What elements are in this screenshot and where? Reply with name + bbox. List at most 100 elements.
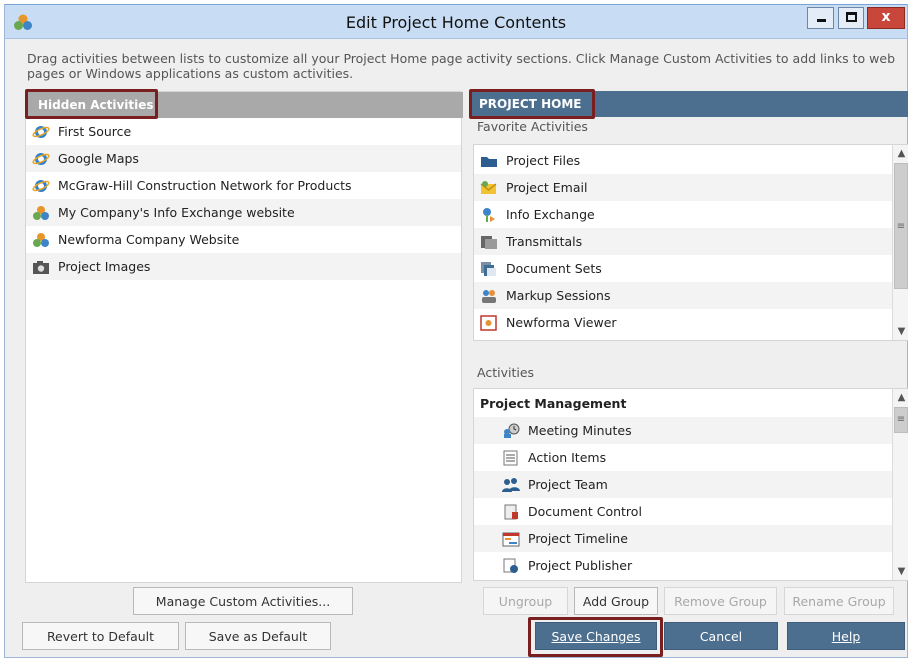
manage-custom-activities-button[interactable]: Manage Custom Activities... [133,587,353,615]
scroll-down-icon[interactable]: ▼ [893,323,908,340]
list-item-label: Newforma Viewer [506,315,617,330]
list-item[interactable]: Info Exchange [474,201,893,228]
list-item[interactable]: Project Team [474,471,893,498]
hidden-activities-callout [25,89,158,119]
remove-group-button[interactable]: Remove Group [664,587,777,615]
manage-custom-activities-label: Manage Custom Activities... [155,593,331,609]
add-group-label: Add Group [582,593,650,609]
list-item[interactable]: Meeting Minutes [474,417,893,444]
list-item-label: Newforma Company Website [58,232,240,247]
action-items-icon [502,450,520,466]
save-changes-callout [528,617,663,657]
save-as-default-button[interactable]: Save as Default [185,622,331,650]
info-exchange-icon [480,207,498,223]
activities-list[interactable]: Project Management Meeting Minutes Actio… [473,388,908,581]
project-home-panel: PROJECT HOME Favorite Activities Project… [469,91,908,583]
favorites-scrollbar[interactable]: ▲ ≡ ▼ [892,145,908,340]
remove-group-label: Remove Group [674,593,767,609]
group-header-label: Project Management [480,396,627,411]
list-item-label: Document Control [528,504,642,519]
list-item-label: Project Timeline [528,531,628,546]
favorite-activities-list[interactable]: Project Files Project Email Info Exchang… [473,144,908,341]
list-item-label: Project Email [506,180,588,195]
list-item[interactable]: Project Publisher [474,552,893,579]
list-item[interactable]: Newforma Company Website [26,226,461,253]
list-item-label: My Company's Info Exchange website [58,205,295,220]
scroll-up-icon[interactable]: ▲ [893,145,908,162]
revert-to-default-label: Revert to Default [46,628,155,644]
minimize-icon [817,19,826,22]
list-item[interactable]: Project Email [474,174,893,201]
close-button[interactable]: x [867,7,905,29]
favorite-activities-label: Favorite Activities [477,119,588,134]
maximize-button[interactable] [838,7,864,29]
title-bar: Edit Project Home Contents x [5,5,907,39]
list-item[interactable]: Project Timeline [474,525,893,552]
list-item-label: Action Items [528,450,607,465]
help-button[interactable]: Help [787,622,905,650]
list-item[interactable]: Document Control [474,498,893,525]
cancel-button[interactable]: Cancel [664,622,778,650]
list-item[interactable]: Document Sets [474,255,893,282]
list-item-label: Info Exchange [506,207,595,222]
group-header-row[interactable]: Project Management [474,390,893,417]
markup-icon [480,288,498,304]
add-group-button[interactable]: Add Group [574,587,658,615]
list-item-label: McGraw-Hill Construction Network for Pro… [58,178,352,193]
revert-to-default-button[interactable]: Revert to Default [22,622,179,650]
list-item-label: Project Images [58,259,151,274]
document-sets-icon [480,261,498,277]
scroll-down-icon[interactable]: ▼ [893,563,908,580]
help-label: Help [831,628,861,644]
window-title: Edit Project Home Contents [345,13,567,32]
folder-icon [480,153,498,169]
list-item[interactable]: Transmittals [474,228,893,255]
list-item[interactable]: McGraw-Hill Construction Network for Pro… [26,172,461,199]
dialog-window: Edit Project Home Contents x Drag activi… [4,4,908,658]
ungroup-button[interactable]: Ungroup [483,587,568,615]
list-item-label: Meeting Minutes [528,423,632,438]
project-home-callout [469,89,595,119]
cancel-label: Cancel [699,628,743,644]
list-item-label: Project Files [506,153,581,168]
rename-group-button[interactable]: Rename Group [784,587,894,615]
list-item-label: Google Maps [58,151,139,166]
list-item[interactable]: Project Files [474,147,893,174]
hidden-activities-list[interactable]: First Source Google Maps McGraw-Hill Con… [26,118,461,280]
list-item-label: Markup Sessions [506,288,611,303]
timeline-icon [502,531,520,547]
list-item-label: First Source [58,124,132,139]
activities-scrollbar[interactable]: ▲ ≡ ▼ [892,389,908,580]
document-control-icon [502,504,520,520]
viewer-icon [480,314,498,331]
list-item[interactable]: First Source [26,118,461,145]
list-item-label: Transmittals [506,234,583,249]
list-item[interactable]: Markup Sessions [474,282,893,309]
list-item[interactable]: Newforma Viewer [474,309,893,336]
ungroup-label: Ungroup [498,593,553,609]
newforma-icon [32,232,50,248]
ie-icon [32,124,50,140]
team-icon [502,477,520,493]
scrollbar-thumb[interactable]: ≡ [894,163,908,289]
meeting-icon [502,423,520,439]
list-item[interactable]: Action Items [474,444,893,471]
camera-icon [32,259,50,275]
rename-group-label: Rename Group [792,593,886,609]
list-item[interactable]: My Company's Info Exchange website [26,199,461,226]
minimize-button[interactable] [807,7,834,29]
scroll-up-icon[interactable]: ▲ [893,389,908,406]
hidden-activities-panel[interactable]: Hidden Activities First Source Google Ma… [25,91,463,583]
activities-label: Activities [477,365,535,380]
scrollbar-thumb[interactable]: ≡ [894,407,908,433]
list-item[interactable]: Google Maps [26,145,461,172]
save-as-default-label: Save as Default [208,628,308,644]
ie-icon [32,178,50,194]
maximize-icon [846,12,857,22]
email-icon [480,180,498,196]
transmittals-icon [480,234,498,250]
list-item-label: Document Sets [506,261,602,276]
instructions-text: Drag activities between lists to customi… [27,51,896,81]
list-item[interactable]: Project Images [26,253,461,280]
list-item-label: Project Publisher [528,558,633,573]
